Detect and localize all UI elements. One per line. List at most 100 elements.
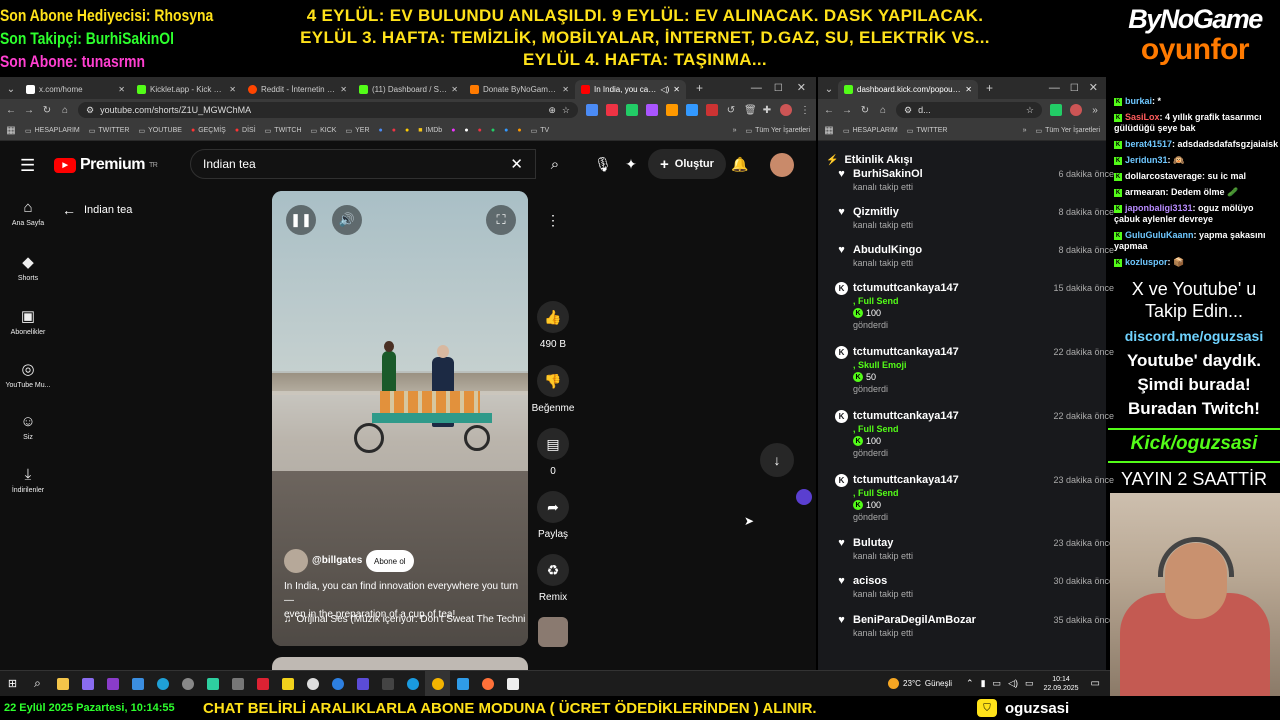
chat-username[interactable]: berat41517 <box>1125 139 1172 149</box>
tab-close-icon[interactable]: ✕ <box>229 85 236 94</box>
bookmark-folder[interactable]: ▭ TWITCH <box>265 127 302 135</box>
tab-close-icon[interactable]: ✕ <box>673 85 680 94</box>
system-clock[interactable]: 10:14 22.09.2025 <box>1044 675 1079 693</box>
extensions-icon[interactable]: ✚ <box>762 105 772 116</box>
extension-icon[interactable] <box>646 104 658 116</box>
bookmark-favicon[interactable]: ● <box>405 127 409 134</box>
bookmark-star-icon[interactable]: ☆ <box>1026 105 1034 116</box>
voice-search-button[interactable]: 🎙 <box>588 149 618 179</box>
channel-avatar[interactable] <box>284 549 308 573</box>
menu-dots-icon[interactable]: ⋮ <box>800 105 810 116</box>
clear-search-icon[interactable]: ✕ <box>510 155 523 173</box>
bookmark-item[interactable]: ● DİSİ <box>235 127 256 134</box>
tab-donate[interactable]: Donate ByNoGame - Ca ✕ <box>464 80 575 99</box>
bookmark-star-icon[interactable]: ☆ <box>562 105 570 116</box>
tab-dashboard[interactable]: (11) Dashboard / Stream ✕ <box>353 80 464 99</box>
bookmark-favicon[interactable]: ● <box>451 127 455 134</box>
bookmark-favicon[interactable]: ● <box>379 127 383 134</box>
app-button[interactable] <box>450 671 475 697</box>
sidebar-item-home[interactable]: ⌂ Ana Sayfa <box>0 199 56 227</box>
site-info-icon[interactable]: ⚙ <box>86 105 94 116</box>
bookmark-folder[interactable]: ▭ TWITTER <box>89 127 130 135</box>
pause-button[interactable]: ❚❚ <box>286 205 316 235</box>
fullscreen-button[interactable]: ⛶ <box>486 205 516 235</box>
more-bookmarks-icon[interactable]: » <box>1023 127 1027 134</box>
like-button[interactable]: 👍 490 B <box>528 301 578 350</box>
chat-username[interactable]: burkai <box>1125 96 1152 106</box>
app-button[interactable] <box>275 671 300 697</box>
bookmark-folder[interactable]: ▭ KICK <box>311 127 337 135</box>
bookmark-favicon[interactable]: ● <box>517 127 521 134</box>
app-button[interactable] <box>75 671 100 697</box>
bookmark-item[interactable]: ● GEÇMİŞ <box>191 127 226 134</box>
new-tab-button[interactable]: + <box>986 81 993 95</box>
home-icon[interactable]: ⌂ <box>878 105 888 116</box>
site-info-icon[interactable]: ⚙ <box>904 105 912 116</box>
more-icon[interactable]: » <box>1090 105 1100 116</box>
back-to-search[interactable]: ← Indian tea <box>62 202 132 218</box>
chat-username[interactable]: Jeridun31 <box>1125 155 1168 165</box>
create-button[interactable]: + Oluştur <box>648 149 726 179</box>
back-arrow-icon[interactable]: ← <box>6 105 16 116</box>
tab-close-icon[interactable]: ✕ <box>562 85 569 94</box>
tab-reddit[interactable]: Reddit - İnternetin kalbi ✕ <box>242 80 353 99</box>
bookmark-favicon[interactable]: ● <box>464 127 468 134</box>
app-button[interactable] <box>300 671 325 697</box>
window-close-button[interactable]: ✕ <box>1089 81 1098 94</box>
activity-item[interactable]: ♥ BeniParaDegilAmBozar kanalı takip etti 35… <box>838 614 1114 638</box>
search-button[interactable]: ⌕ <box>536 149 574 179</box>
more-bookmarks-icon[interactable]: » <box>733 127 737 134</box>
audio-track[interactable]: ♫ Orijinal Ses (Müzik içeriyor: Don't Swe… <box>284 614 528 625</box>
app-button[interactable] <box>225 671 250 697</box>
battery-icon[interactable]: ▭ <box>1025 678 1034 689</box>
sound-thumbnail[interactable] <box>538 617 568 647</box>
activity-item[interactable]: ♥ AbudulKingo kanalı takip etti 8 dakika ön… <box>838 244 1114 268</box>
forward-arrow-icon[interactable]: → <box>842 105 852 116</box>
bookmark-folder[interactable]: ▭ TV <box>531 127 550 135</box>
all-bookmarks[interactable]: ▭ Tüm Yer İşaretleri <box>1036 127 1100 135</box>
app-button[interactable] <box>200 671 225 697</box>
tab-kick-dashboard[interactable]: dashboard.kick.com/popout/o ✕ <box>838 80 978 99</box>
channel-name[interactable]: @billgates <box>312 555 362 566</box>
tab-close-icon[interactable]: ✕ <box>451 85 458 94</box>
extension-icon[interactable] <box>626 104 638 116</box>
chat-username[interactable]: kozluspor <box>1125 257 1168 267</box>
reload-icon[interactable]: ↻ <box>860 105 870 116</box>
app-button[interactable] <box>350 671 375 697</box>
shorts-video[interactable]: ❚❚ 🔊 ⛶ @billgates Abone ol In India, you… <box>272 191 528 646</box>
sidebar-item-shorts[interactable]: ◆ Shorts <box>0 253 56 282</box>
tab-search-icon[interactable]: ⌄ <box>824 84 834 95</box>
app-button[interactable] <box>500 671 525 697</box>
bookmark-folder[interactable]: ▭ HESAPLARIM <box>25 127 80 135</box>
sidebar-item-you[interactable]: ☺ Siz <box>0 413 56 441</box>
chat-username[interactable]: armearan <box>1125 187 1166 197</box>
tab-x[interactable]: x.com/home ✕ <box>20 80 131 99</box>
firefox-button[interactable] <box>475 671 500 697</box>
youtube-logo[interactable]: ▶ Premium TR <box>54 156 158 174</box>
onenote-button[interactable] <box>100 671 125 697</box>
app-button[interactable] <box>150 671 175 697</box>
new-tab-button[interactable]: + <box>696 81 703 95</box>
maximize-button[interactable]: ☐ <box>1070 83 1079 94</box>
tab-kicklet[interactable]: Kicklet.app - Kick Chat ✕ <box>131 80 242 99</box>
profile-avatar[interactable] <box>780 104 792 116</box>
extension-icon[interactable] <box>686 104 698 116</box>
minimize-button[interactable]: — <box>1049 82 1060 94</box>
activity-item[interactable]: ♥ BurhiSakinOl kanalı takip etti 6 dakika ö… <box>838 168 1114 192</box>
activity-item[interactable]: Ktctumuttcankaya147, Full Send K 100 gönder… <box>835 282 1114 330</box>
start-button[interactable]: ⊞ <box>0 671 25 697</box>
tab-close-icon[interactable]: ✕ <box>118 85 125 94</box>
sidebar-item-downloads[interactable]: ⤓ İndirilenler <box>0 466 56 494</box>
activity-item[interactable]: ♥ Bulutay kanalı takip etti 23 dakika önce <box>838 537 1114 561</box>
chat-username[interactable]: SasiLox <box>1125 112 1160 122</box>
extension-icon[interactable] <box>666 104 678 116</box>
window-close-button[interactable]: ✕ <box>797 81 806 94</box>
zoom-icon[interactable]: ⊕ <box>548 105 556 116</box>
chrome-button[interactable] <box>425 670 450 697</box>
extension-icon[interactable] <box>706 104 718 116</box>
tab-search-icon[interactable]: ⌄ <box>6 84 16 95</box>
comments-button[interactable]: ▤ 0 <box>528 428 578 477</box>
bookmark-folder[interactable]: ▭ HESAPLARIM <box>843 127 898 135</box>
app-button[interactable] <box>125 671 150 697</box>
sidebar-item-music[interactable]: ◎ YouTube Mu... <box>0 360 56 389</box>
